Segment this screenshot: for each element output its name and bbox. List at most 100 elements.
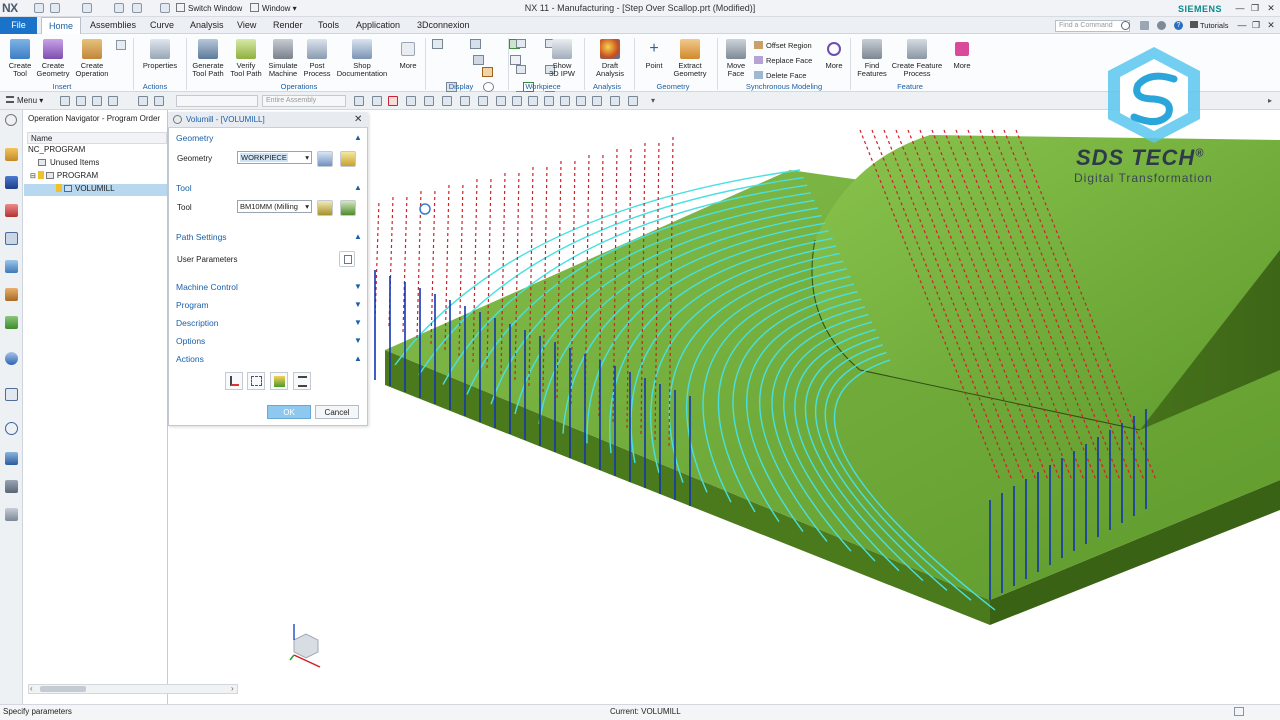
section-collapse-icon[interactable]: ▲ (354, 232, 362, 241)
section-actions-header[interactable]: Actions (176, 354, 204, 364)
tab-3dconnexion[interactable]: 3Dconnexion (410, 17, 477, 34)
tab-curve[interactable]: Curve (143, 17, 181, 34)
snap-icon[interactable] (354, 96, 364, 106)
tab-application[interactable]: Application (349, 17, 407, 34)
list-button[interactable] (293, 372, 311, 390)
section-geometry-header[interactable]: Geometry (176, 133, 213, 143)
system-scenes-icon[interactable] (5, 508, 18, 521)
reuse-library-icon[interactable] (5, 316, 18, 329)
draft-analysis-button[interactable]: Draft Analysis (592, 39, 628, 78)
delete-face-button[interactable]: Delete Face (754, 68, 812, 83)
snap-icon[interactable] (478, 96, 488, 106)
edit-geometry-button[interactable] (340, 151, 356, 167)
view-icon[interactable] (154, 96, 164, 106)
ribbon-minimize-button[interactable]: — (1236, 20, 1248, 30)
display-icon[interactable] (483, 82, 495, 92)
display-icon[interactable] (482, 67, 493, 77)
workpiece-icon[interactable] (516, 39, 526, 48)
ribbon-close-button[interactable]: ✕ (1265, 20, 1277, 30)
extract-geometry-button[interactable]: Extract Geometry (670, 39, 710, 78)
tab-view[interactable]: View (230, 17, 263, 34)
layout-icon[interactable] (1140, 21, 1149, 30)
resource-bar-settings-icon[interactable] (5, 114, 17, 126)
more-operations-button[interactable]: More (396, 39, 420, 70)
create-operation-button[interactable]: Create Operation (74, 39, 110, 78)
clip-icon[interactable] (592, 96, 602, 106)
view-icon[interactable] (138, 96, 148, 106)
create-tool-button[interactable]: Create Tool (6, 39, 34, 78)
machine-tool-navigator-icon[interactable] (5, 260, 18, 273)
roles-icon[interactable] (5, 480, 18, 493)
restore-button[interactable]: ❐ (1249, 3, 1261, 13)
part-navigator-icon[interactable] (5, 204, 18, 217)
tree-row-nc-program[interactable]: NC_PROGRAM (28, 145, 85, 157)
minimize-button[interactable]: — (1234, 3, 1246, 13)
help-icon[interactable]: ? (1174, 21, 1183, 30)
section-tool-header[interactable]: Tool (176, 183, 192, 193)
orient-view-icon[interactable] (560, 96, 570, 106)
scroll-right-icon[interactable]: › (231, 684, 234, 693)
type-filter-select[interactable] (176, 95, 258, 107)
history-icon[interactable] (5, 422, 18, 435)
section-expand-icon[interactable]: ▼ (354, 318, 362, 327)
toolbar-options-icon[interactable]: ▾ (651, 96, 655, 105)
show-3d-ipw-button[interactable]: Show 3D IPW (547, 39, 577, 78)
zoom-icon[interactable] (528, 96, 538, 106)
create-geometry-button[interactable]: Create Geometry (36, 39, 70, 78)
section-path-settings-header[interactable]: Path Settings (176, 232, 227, 242)
operation-navigator-icon[interactable] (5, 232, 18, 245)
create-feature-process-button[interactable]: Create Feature Process (890, 39, 944, 78)
menu-button[interactable]: Menu ▾ (6, 96, 43, 105)
scrollbar-thumb[interactable] (40, 686, 86, 692)
display-icon[interactable] (469, 39, 481, 49)
move-face-button[interactable]: Move Face (722, 39, 750, 78)
snap-icon[interactable] (442, 96, 452, 106)
generate-button[interactable] (225, 372, 243, 390)
assembly-filter-select[interactable]: Entire Assembly (262, 95, 346, 107)
tutorials-link[interactable]: Tutorials (1190, 21, 1228, 30)
filter-icon[interactable] (76, 96, 86, 106)
point-button[interactable]: + Point (641, 39, 667, 70)
hd3d-tools-icon[interactable] (5, 352, 18, 365)
tree-row-unused-items[interactable]: Unused Items (38, 158, 99, 170)
ok-button[interactable]: OK (267, 405, 311, 419)
tree-row-volumill[interactable]: VOLUMILL (24, 184, 167, 196)
section-collapse-icon[interactable]: ▲ (354, 183, 362, 192)
snap-icon[interactable] (460, 96, 470, 106)
new-geometry-button[interactable] (317, 151, 333, 167)
collapse-icon[interactable]: ⊟ (30, 173, 36, 180)
dialog-close-button[interactable]: ✕ (354, 114, 362, 125)
fit-icon[interactable] (512, 96, 522, 106)
full-screen-icon[interactable] (1234, 707, 1244, 716)
web-browser-icon[interactable] (5, 388, 18, 401)
feature-navigator-icon[interactable] (5, 288, 18, 301)
properties-button[interactable]: Properties (141, 39, 179, 70)
select-all-icon[interactable] (108, 96, 118, 106)
display-icon[interactable] (472, 55, 484, 65)
section-expand-icon[interactable]: ▼ (354, 336, 362, 345)
tab-home[interactable]: Home (41, 17, 82, 34)
section-description-header[interactable]: Description (176, 318, 219, 328)
tree-row-program[interactable]: ⊟ PROGRAM (30, 171, 98, 183)
constraint-navigator-icon[interactable] (5, 176, 18, 189)
tab-file[interactable]: File (0, 17, 37, 34)
more-sync-button[interactable]: More (822, 39, 846, 70)
user-parameters-button[interactable] (339, 251, 355, 267)
dialog-settings-icon[interactable] (173, 115, 182, 124)
section-machine-control-header[interactable]: Machine Control (176, 282, 238, 292)
close-button[interactable]: ✕ (1265, 3, 1277, 13)
snap-icon[interactable] (424, 96, 434, 106)
replay-button[interactable] (247, 372, 265, 390)
replace-face-button[interactable]: Replace Face (754, 53, 812, 68)
workpiece-icon[interactable] (516, 65, 526, 74)
insert-small-icon[interactable] (116, 40, 126, 50)
search-icon[interactable] (1121, 21, 1130, 30)
section-expand-icon[interactable]: ▼ (354, 300, 362, 309)
verify-tool-path-button[interactable]: Verify Tool Path (229, 39, 263, 78)
tab-assemblies[interactable]: Assemblies (83, 17, 143, 34)
section-program-header[interactable]: Program (176, 300, 209, 310)
render-style-icon[interactable] (576, 96, 586, 106)
assembly-navigator-icon[interactable] (5, 148, 18, 161)
settings-icon[interactable] (1157, 21, 1166, 30)
cancel-button[interactable]: Cancel (315, 405, 359, 419)
